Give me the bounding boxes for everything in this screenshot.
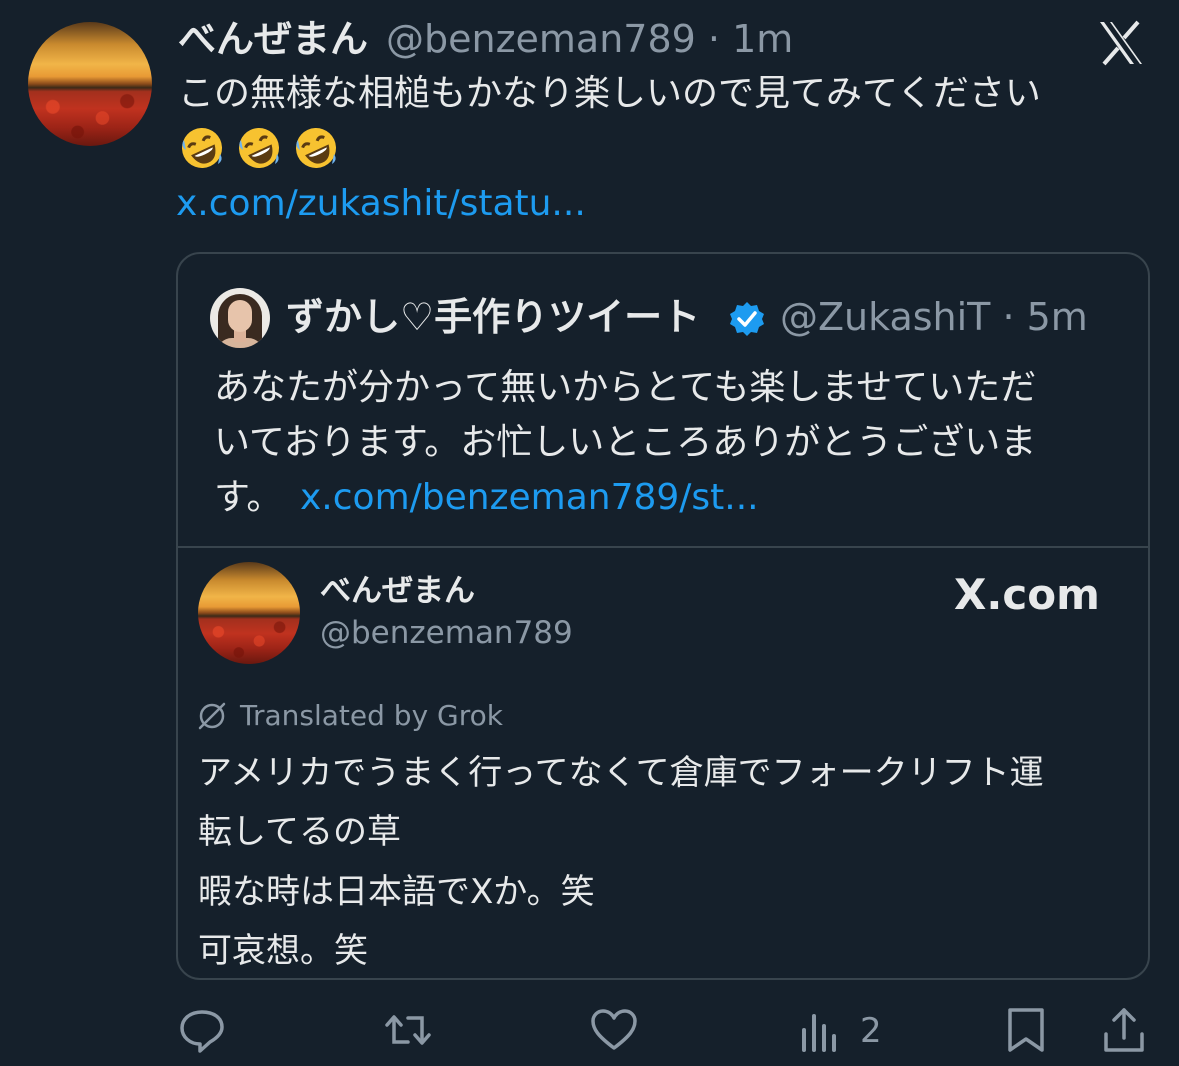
- quoted-text-line: いております。お忙しいところありがとうございま: [214, 422, 1037, 463]
- views-count[interactable]: 2: [860, 1014, 882, 1048]
- emoji-row: [178, 124, 349, 176]
- views-icon[interactable]: [796, 1004, 848, 1056]
- card-divider: [176, 546, 1150, 548]
- share-icon[interactable]: [1098, 1004, 1150, 1056]
- card-author-avatar[interactable]: [198, 562, 300, 664]
- author-name[interactable]: べんぜまん: [178, 20, 368, 58]
- author-avatar[interactable]: [28, 22, 152, 146]
- verified-badge-icon: [730, 302, 764, 336]
- repost-icon[interactable]: [382, 1004, 434, 1056]
- grok-icon: [198, 702, 226, 730]
- reply-icon[interactable]: [176, 1004, 228, 1056]
- post-link[interactable]: x.com/zukashit/statu...: [176, 186, 586, 222]
- x-logo-icon: [1100, 20, 1142, 66]
- post-text: この無様な相槌もかなり楽しいので見てみてください: [178, 73, 1041, 114]
- rolling-laughing-emoji-icon: [182, 128, 222, 168]
- card-author-name: べんぜまん: [320, 573, 475, 609]
- translated-by-label: Translated by Grok: [240, 699, 503, 732]
- translated-text-line: アメリカでうまく行ってなくて倉庫でフォークリフト運: [198, 753, 1044, 793]
- card-author-handle: @benzeman789: [320, 615, 573, 651]
- quoted-author-handle-time[interactable]: @ZukashiT · 5m: [780, 298, 1088, 336]
- card-domain: X.com: [954, 570, 1100, 619]
- like-icon[interactable]: [588, 1004, 640, 1056]
- rolling-laughing-emoji-icon: [239, 128, 279, 168]
- translated-text-line: 暇な時は日本語でXか。笑: [198, 872, 595, 912]
- bookmark-icon[interactable]: [1000, 1004, 1052, 1056]
- translated-text-line: 可哀想。笑: [198, 931, 368, 971]
- author-handle-time[interactable]: @benzeman789 · 1m: [386, 20, 793, 58]
- rolling-laughing-emoji-icon: [296, 128, 336, 168]
- quoted-post-link[interactable]: x.com/benzeman789/st...: [300, 480, 759, 516]
- quoted-author-avatar[interactable]: [210, 288, 270, 348]
- quoted-text-line: あなたが分かって無いからとても楽しませていただ: [214, 367, 1037, 408]
- quoted-text-line: す。: [214, 477, 283, 518]
- quoted-author-name[interactable]: ずかし♡手作りツイート: [286, 298, 700, 336]
- translated-text-line: 転してるの草: [198, 812, 401, 852]
